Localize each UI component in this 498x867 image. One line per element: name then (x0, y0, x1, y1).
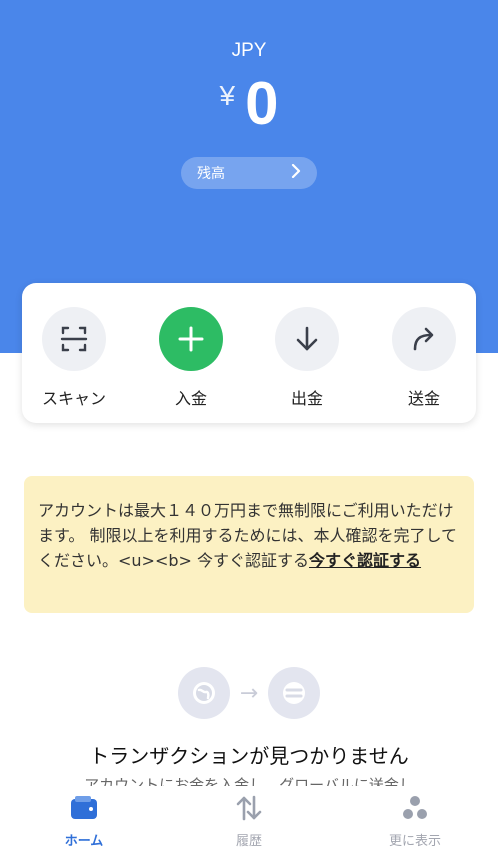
deposit-button[interactable]: 入金 (146, 307, 236, 409)
wallet-icon (24, 794, 144, 826)
tab-home-label: ホーム (64, 834, 104, 849)
plus-icon (159, 307, 223, 371)
verify-now-link[interactable]: 今すぐ認証する (309, 551, 421, 570)
balance-amount: 0 (245, 70, 279, 137)
currency-symbol: ¥ (219, 80, 236, 111)
scan-icon (42, 307, 106, 371)
send-button[interactable]: 送金 (379, 307, 469, 409)
withdraw-button[interactable]: 出金 (262, 307, 352, 409)
tab-more-label: 更に表示 (388, 834, 441, 849)
transfer-arrows-icon (189, 794, 309, 826)
tab-history[interactable]: 履歴 (189, 794, 309, 849)
arrow-right-icon: → (239, 680, 259, 706)
more-dots-icon (355, 794, 475, 826)
globe-icon (177, 667, 230, 719)
verification-notice: アカウントは最大１４０万円まで無制限にご利用いただけます。 制限以上を利用するた… (24, 476, 474, 613)
tab-history-label: 履歴 (235, 834, 262, 849)
tab-home[interactable]: ホーム (24, 794, 144, 849)
currency-coin-icon (268, 667, 321, 719)
tab-more[interactable]: 更に表示 (355, 794, 475, 849)
empty-state-illustration: → (0, 667, 498, 719)
scan-button[interactable]: スキャン (29, 307, 119, 409)
balance-label: 残高 (197, 166, 225, 182)
quick-actions-card: スキャン 入金 出金 送金 (22, 283, 476, 423)
send-label: 送金 (407, 389, 440, 408)
scan-label: スキャン (41, 389, 106, 408)
empty-state-title: トランザクションが見つかりません (89, 744, 409, 768)
deposit-label: 入金 (174, 389, 207, 408)
arrow-down-icon (275, 307, 339, 371)
bottom-tab-bar: ホーム 履歴 更に表示 (0, 786, 498, 867)
balance-button[interactable]: 残高 (181, 157, 317, 189)
empty-state-subtitle: アカウントにお金を入金し、グローバルに送金し (84, 776, 414, 786)
currency-code: JPY (231, 40, 267, 61)
share-arrow-icon (392, 307, 456, 371)
withdraw-label: 出金 (290, 389, 323, 408)
chevron-right-icon (291, 163, 301, 182)
balance-amount-row: ¥ 0 (0, 72, 498, 136)
